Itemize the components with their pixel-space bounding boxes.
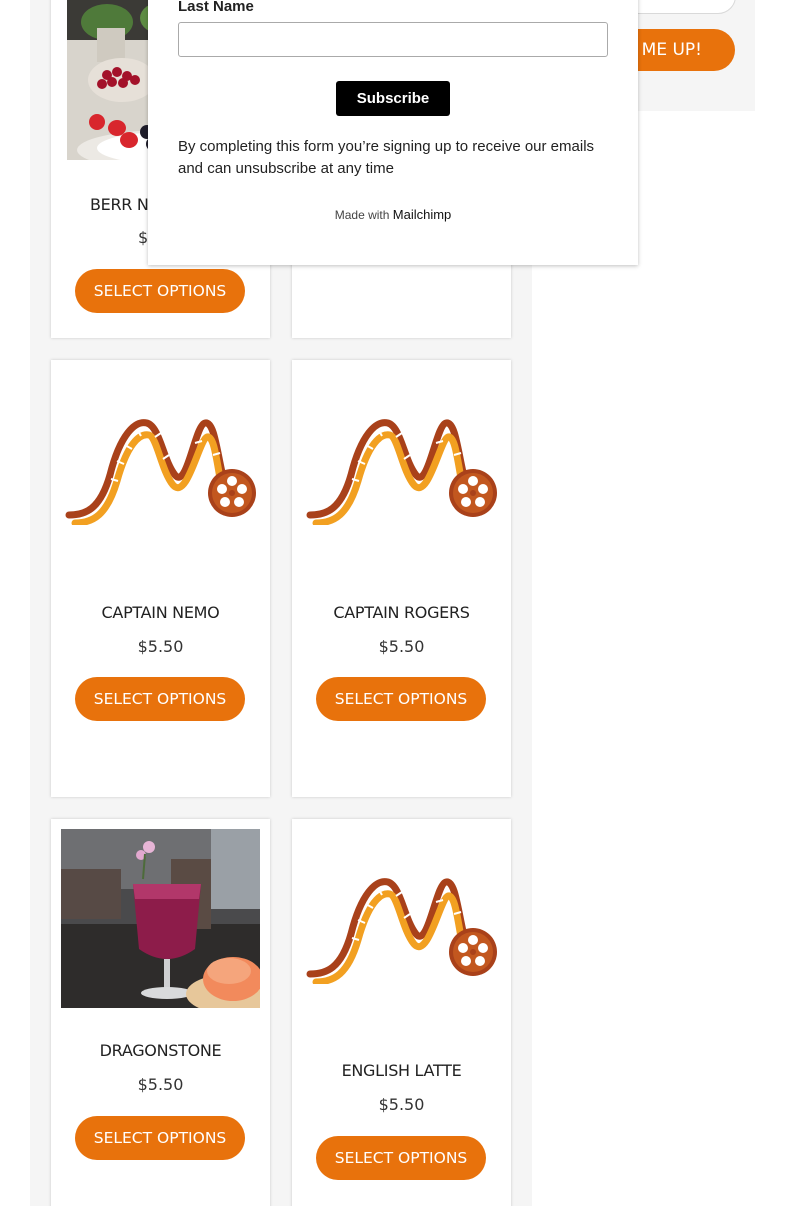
- mailchimp-logo-text: Mailchimp: [392, 207, 452, 222]
- product-image-dragonstone[interactable]: [61, 829, 260, 1008]
- product-title[interactable]: ENGLISH LATTE: [292, 1061, 511, 1080]
- made-with-text: Made with: [334, 208, 390, 222]
- product-price: $5.50: [378, 1095, 425, 1114]
- subscribe-button[interactable]: Subscribe: [336, 81, 450, 116]
- select-options-button[interactable]: SELECT OPTIONS: [316, 1136, 486, 1180]
- popup-disclaimer: By completing this form you’re signing u…: [178, 138, 595, 177]
- product-card: DRAGONSTONE $5.50 SELECT OPTIONS: [51, 819, 270, 1206]
- product-card: CAPTAIN ROGERS $5.50 SELECT OPTIONS: [292, 360, 511, 797]
- product-title[interactable]: DRAGONSTONE: [51, 1041, 270, 1060]
- newsletter-popup: Last Name Subscribe By completing this f…: [148, 0, 638, 265]
- product-title[interactable]: CAPTAIN ROGERS: [292, 603, 511, 622]
- select-options-button[interactable]: SELECT OPTIONS: [316, 677, 486, 721]
- select-options-button[interactable]: SELECT OPTIONS: [75, 269, 245, 313]
- made-with-mailchimp-link[interactable]: Made with Mailchimp: [148, 207, 638, 222]
- product-price: $5.50: [137, 637, 184, 656]
- last-name-input[interactable]: [178, 22, 608, 57]
- product-card: ENGLISH LATTE $5.50 SELECT OPTIONS: [292, 819, 511, 1206]
- film-reel-logo-icon[interactable]: [306, 415, 498, 525]
- product-price: $5.50: [137, 1075, 184, 1094]
- film-reel-logo-icon[interactable]: [65, 415, 257, 525]
- last-name-label: Last Name: [178, 0, 254, 15]
- select-options-button[interactable]: SELECT OPTIONS: [75, 1116, 245, 1160]
- film-reel-logo-icon[interactable]: [306, 874, 498, 984]
- product-price: $5.50: [378, 637, 425, 656]
- select-options-button[interactable]: SELECT OPTIONS: [75, 677, 245, 721]
- product-title[interactable]: CAPTAIN NEMO: [51, 603, 270, 622]
- product-card: CAPTAIN NEMO $5.50 SELECT OPTIONS: [51, 360, 270, 797]
